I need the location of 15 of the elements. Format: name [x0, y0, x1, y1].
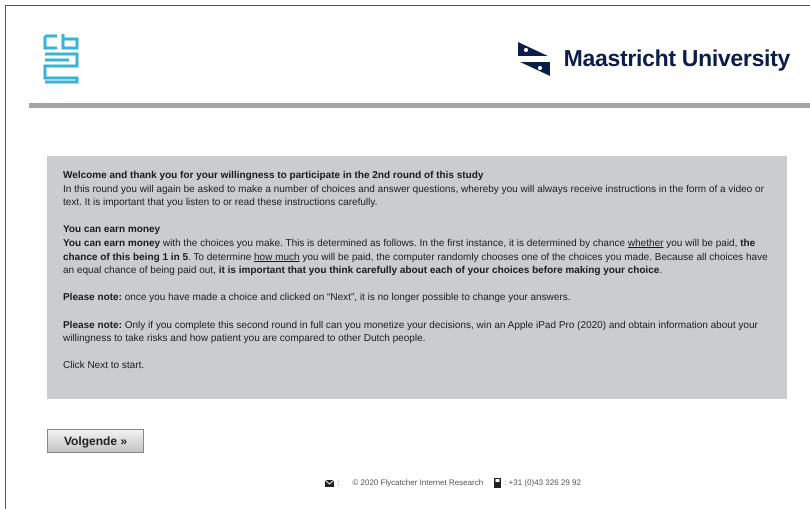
- phone-number: : +31 (0)43 326 29 92: [504, 477, 581, 489]
- next-button[interactable]: Volgende »: [47, 429, 144, 453]
- paragraph: Please note: once you have made a choice and clicked on “Next”, it is no longer possible to change your answers.: [63, 291, 572, 305]
- email-separator: :: [337, 477, 340, 489]
- paragraph: In this round you will again be asked to make a number of choices and answer questions, whereby you will always receive instructions in the form of a video or text. It is important that you listen to or read these instructions carefully.: [63, 182, 765, 210]
- paragraph: You can earn money with the choices you make. This is determined as follows. In the first instance, it is determined by chance whether you will be paid, the chance of this being 1 in 5. To determine how much you will be paid, the computer randomly chooses one of the choices you made. Because all choices have an equal chance of being paid out, it is important that you think carefully about each of your choices before making your choice.: [63, 236, 769, 278]
- mail-icon: [325, 480, 334, 486]
- paragraph: Please note: Only if you complete this second round in full can you monetize your decisions, win an Apple iPad Pro (2020) and obtain information about your willingness to take risks and how patient you are compared to other Dutch people.: [63, 318, 759, 346]
- paragraph: You can earn money: [63, 223, 162, 237]
- copyright-text: © 2020 Flycatcher Internet Research: [352, 477, 484, 489]
- phone-icon: [494, 478, 502, 488]
- paragraph: Click Next to start.: [63, 359, 146, 373]
- paragraph: Welcome and thank you for your willingness to participate in the 2nd round of this study: [63, 169, 484, 183]
- university-name: Maastricht University: [564, 44, 790, 74]
- logo-icon: [518, 42, 550, 76]
